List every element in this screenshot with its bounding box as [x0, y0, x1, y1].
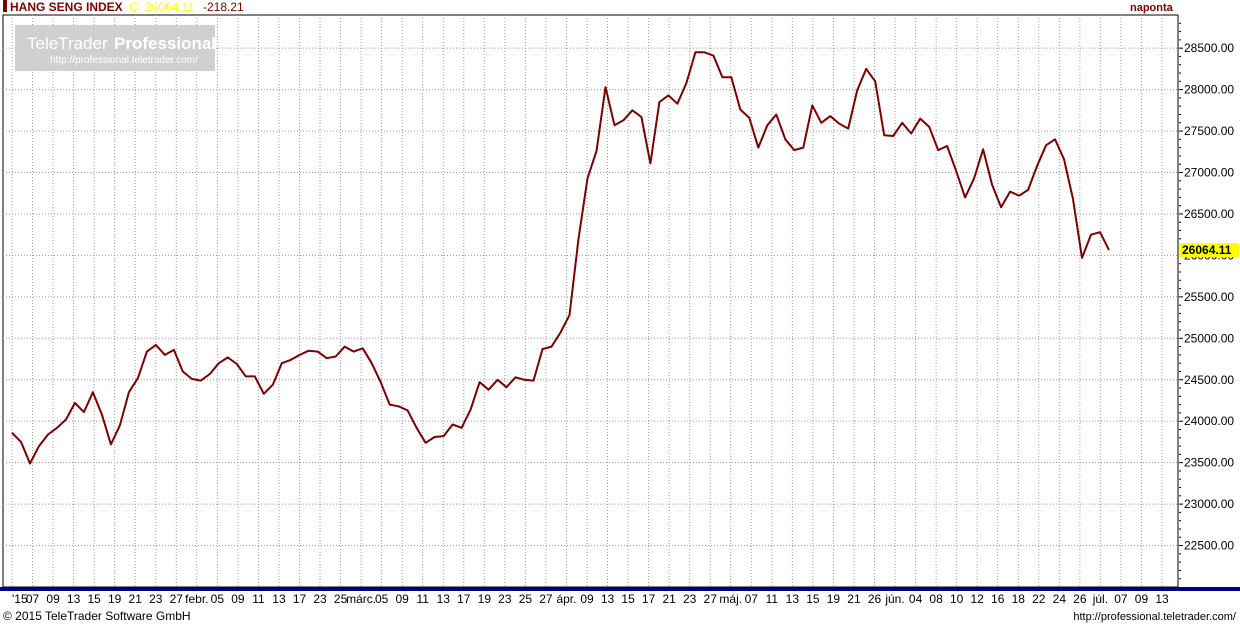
close-label: C:: [129, 0, 141, 14]
x-tick-label: 12: [970, 592, 984, 606]
x-tick-label: 19: [827, 592, 841, 606]
watermark-brand-light: TeleTrader: [27, 34, 108, 53]
x-tick-label: 09: [580, 592, 594, 606]
x-tick-label: 21: [129, 592, 143, 606]
x-tick-label: 11: [766, 592, 779, 606]
x-tick-label: 13: [601, 592, 615, 606]
x-tick-label: 15: [87, 592, 101, 606]
y-tick-label: 27000.00: [1184, 166, 1234, 180]
x-tick-label: 17: [293, 592, 307, 606]
x-tick-label: 13: [272, 592, 286, 606]
x-axis-band: [0, 587, 1240, 591]
x-tick-label: 23: [683, 592, 697, 606]
y-tick-label: 25500.00: [1184, 290, 1234, 304]
x-tick-label: 27: [704, 592, 718, 606]
y-tick-label: 27500.00: [1184, 124, 1234, 138]
x-axis: '1507 09 13 15 19 21 23 27 febr. 05 09 11 13 17 23 25má…: [12, 592, 1169, 606]
x-tick-label: 26: [868, 592, 882, 606]
copyright-text: © 2015 TeleTrader Software GmbH: [3, 609, 191, 623]
x-tick-label: márc.: [346, 592, 376, 606]
x-tick-label: 19: [478, 592, 492, 606]
watermark-brand-bold: Professional: [114, 34, 216, 53]
x-tick-label: 15: [621, 592, 635, 606]
x-tick-label: 13: [67, 592, 81, 606]
chart-canvas: TeleTrader Professional http://professio…: [0, 0, 1240, 623]
x-tick-label: máj.: [719, 592, 742, 606]
x-tick-label: 17: [642, 592, 656, 606]
x-tick-label: 25: [519, 592, 533, 606]
instrument-name: HANG SENG INDEX: [10, 0, 123, 14]
x-tick-label: 17: [457, 592, 471, 606]
x-tick-label: 13: [437, 592, 451, 606]
x-tick-label: 26: [1073, 592, 1087, 606]
x-tick-label: 11: [416, 592, 429, 606]
y-tick-label: 28500.00: [1184, 41, 1234, 55]
y-tick-label: 26500.00: [1184, 207, 1234, 221]
plot-area: [2, 14, 1179, 588]
x-tick-label: 05: [211, 592, 225, 606]
x-tick-label: 21: [662, 592, 676, 606]
x-tick-label: 05: [375, 592, 389, 606]
x-tick-label: 04: [909, 592, 923, 606]
chart-window: TeleTrader Professional http://professio…: [0, 0, 1240, 625]
x-tick-label: 09: [231, 592, 245, 606]
change-value: -218.21: [203, 0, 244, 14]
y-tick-label: 23000.00: [1184, 497, 1234, 511]
last-value-label: 26064.11: [1182, 243, 1232, 257]
x-tick-label: 23: [149, 592, 163, 606]
x-tick-label: 11: [252, 592, 265, 606]
x-tick-label: 15: [806, 592, 820, 606]
x-tick-label: 22: [1032, 592, 1046, 606]
x-tick-label: 07: [1114, 592, 1128, 606]
y-tick-label: 25000.00: [1184, 331, 1234, 345]
x-tick-label: 10: [950, 592, 964, 606]
x-tick-label: 27: [539, 592, 553, 606]
x-tick-label: júl.: [1092, 592, 1108, 606]
x-tick-label: 07: [745, 592, 759, 606]
footer-url: http://professional.teletrader.com/: [1073, 611, 1237, 623]
x-tick-label: 08: [929, 592, 943, 606]
interval-label: naponta: [1130, 2, 1174, 14]
x-tick-label: 09: [46, 592, 60, 606]
watermark-logo: TeleTrader Professional http://professio…: [15, 25, 216, 71]
x-tick-label: 23: [313, 592, 327, 606]
x-tick-label: febr.: [185, 592, 208, 606]
y-tick-label: 22500.00: [1184, 539, 1234, 553]
y-tick-label: 24500.00: [1184, 373, 1234, 387]
x-tick-label: 13: [1155, 592, 1169, 606]
x-tick-label: 09: [395, 592, 409, 606]
x-tick-label: 19: [108, 592, 122, 606]
watermark-url: http://professional.teletrader.com/: [50, 55, 198, 66]
x-tick-label: ápr.: [556, 592, 576, 606]
x-tick-label: 16: [991, 592, 1005, 606]
y-tick-label: 28000.00: [1184, 83, 1234, 97]
x-tick-label: 18: [1012, 592, 1026, 606]
x-tick-label: 27: [170, 592, 184, 606]
header-marker: [3, 0, 7, 12]
x-tick-label: jún.: [884, 592, 904, 606]
header-bar: HANG SENG INDEX C: 26064.11 -218.21 napo…: [3, 0, 1174, 14]
x-tick-label: 21: [847, 592, 861, 606]
x-tick-label: 13: [786, 592, 800, 606]
y-tick-label: 23500.00: [1184, 456, 1234, 470]
x-tick-label: 23: [498, 592, 512, 606]
close-value: 26064.11: [145, 0, 194, 14]
x-tick-label: 07: [26, 592, 40, 606]
x-tick-label: 09: [1135, 592, 1149, 606]
x-tick-label: 24: [1053, 592, 1067, 606]
y-tick-label: 24000.00: [1184, 414, 1234, 428]
last-value-tag: 26064.11: [1179, 243, 1239, 258]
